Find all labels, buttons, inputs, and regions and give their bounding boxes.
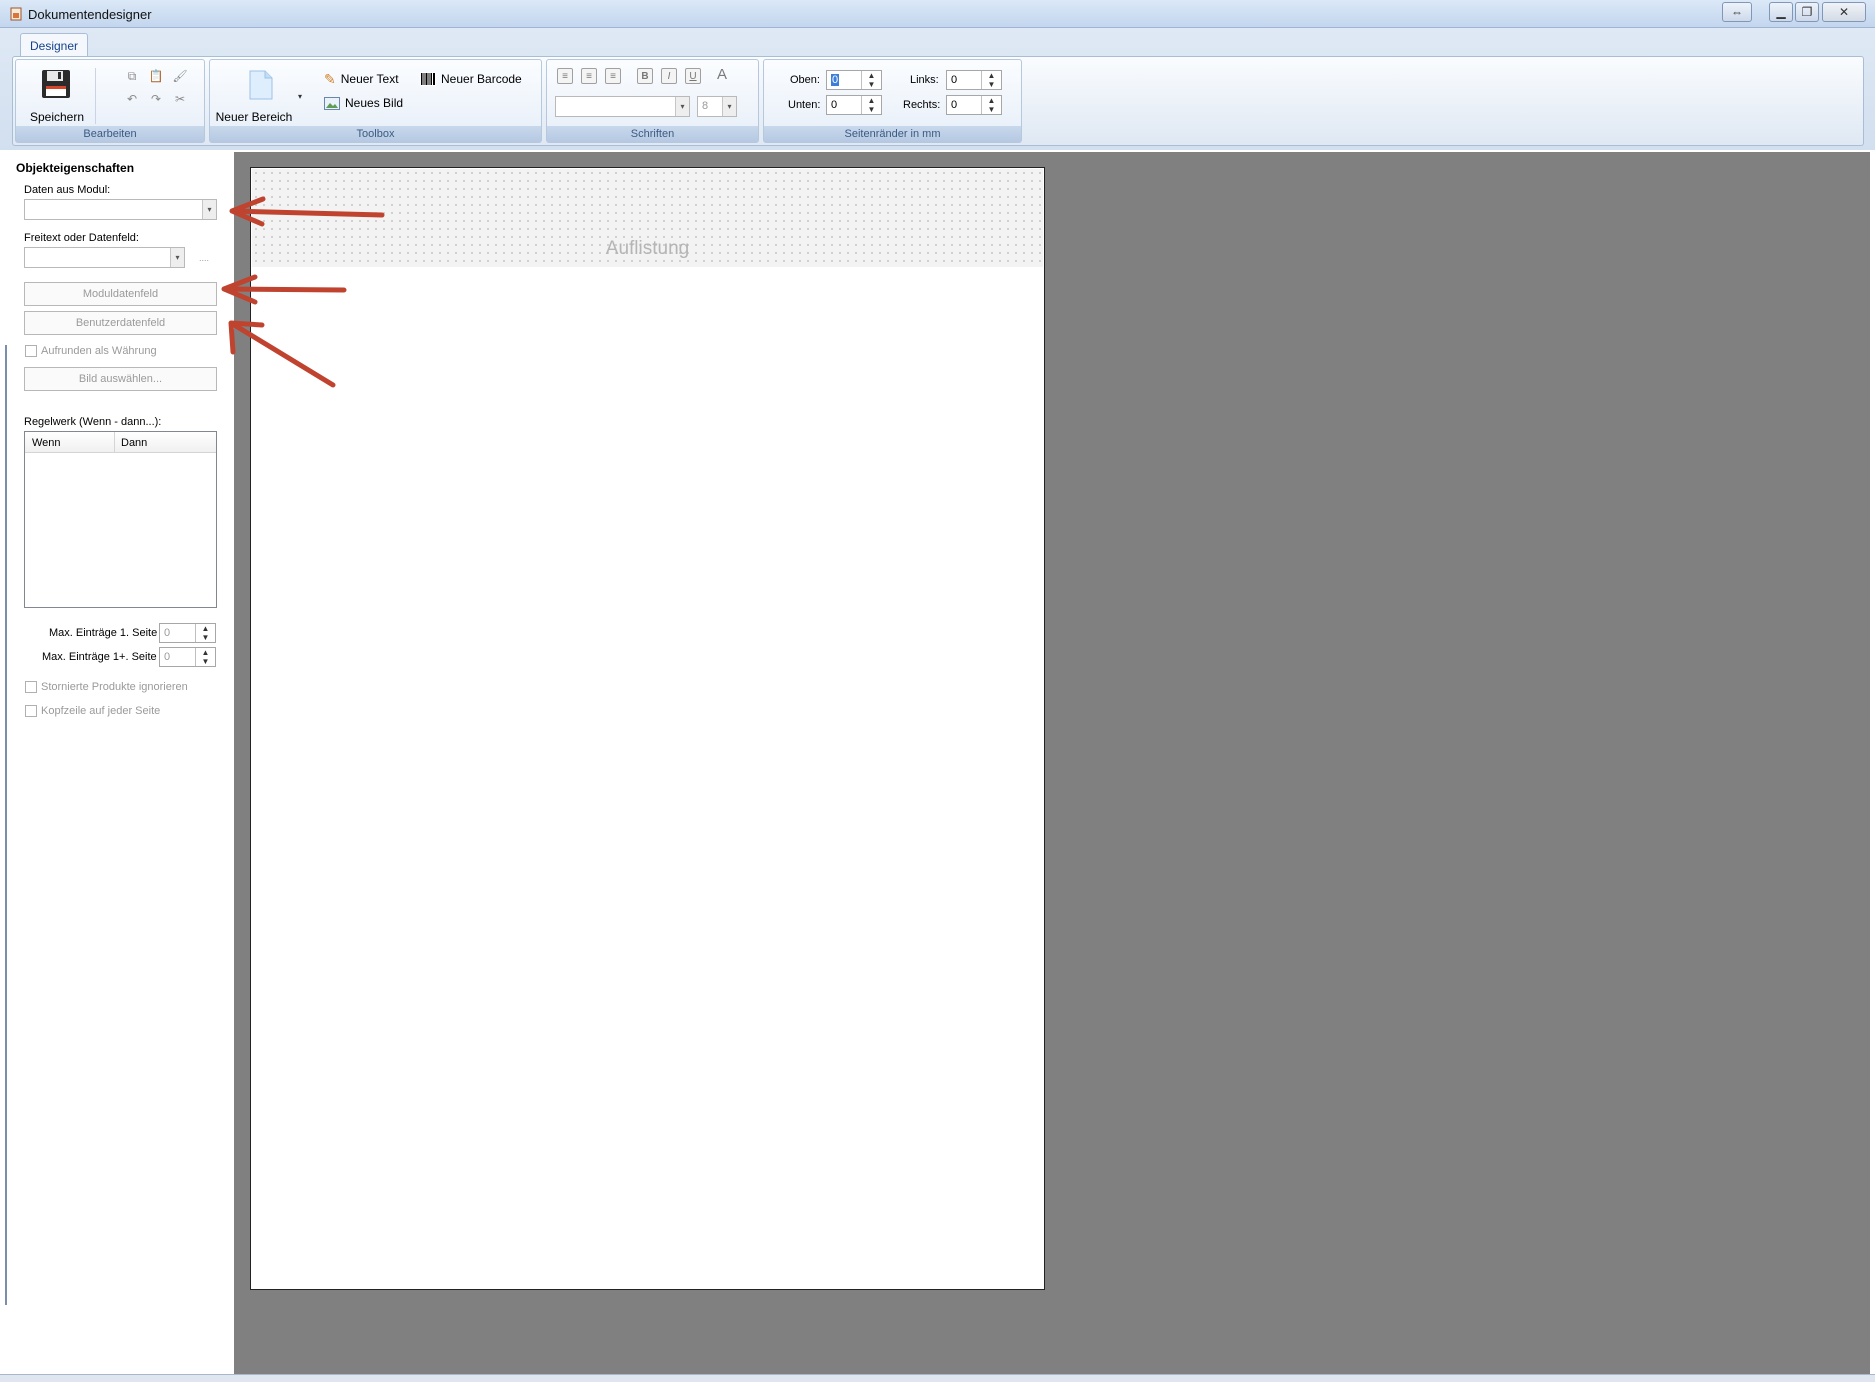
annotation-arrows [221, 196, 385, 388]
arrow-module-button [221, 274, 347, 305]
arrow-module-field [229, 196, 385, 227]
status-strip [0, 1374, 1875, 1382]
arrow-user-button [228, 320, 336, 388]
